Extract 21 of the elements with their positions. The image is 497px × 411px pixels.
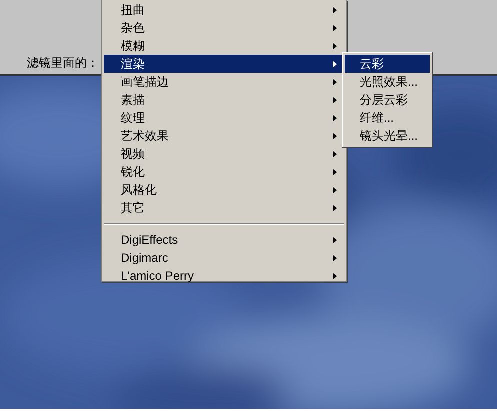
- menu-item[interactable]: 素描: [104, 91, 344, 109]
- menu-item[interactable]: 光照效果...: [345, 73, 430, 91]
- menu-item[interactable]: 镜头光晕...: [345, 127, 430, 145]
- menu-item[interactable]: 分层云彩: [345, 91, 430, 109]
- menu-item[interactable]: 纹理: [104, 109, 344, 127]
- menu-item[interactable]: 画笔描边: [104, 73, 344, 91]
- menu-item[interactable]: 渲染: [104, 55, 344, 73]
- menu-item[interactable]: 杂色: [104, 19, 344, 37]
- menu-item[interactable]: 视频: [104, 145, 344, 163]
- menu-item[interactable]: 云彩: [345, 55, 430, 73]
- menu-item[interactable]: 模糊: [104, 37, 344, 55]
- menu-item[interactable]: Digimarc: [104, 249, 344, 267]
- filter-label: 滤镜里面的：: [27, 55, 99, 71]
- menu-item[interactable]: 其它: [104, 199, 344, 217]
- menu-item[interactable]: 锐化: [104, 163, 344, 181]
- menu-item[interactable]: L'amico Perry: [104, 267, 344, 285]
- menu-item[interactable]: 扭曲: [104, 1, 344, 19]
- menu-item[interactable]: 风格化: [104, 181, 344, 199]
- menu-item[interactable]: 艺术效果: [104, 127, 344, 145]
- menu-item[interactable]: 纤维...: [345, 109, 430, 127]
- menu-item[interactable]: DigiEffects: [104, 231, 344, 249]
